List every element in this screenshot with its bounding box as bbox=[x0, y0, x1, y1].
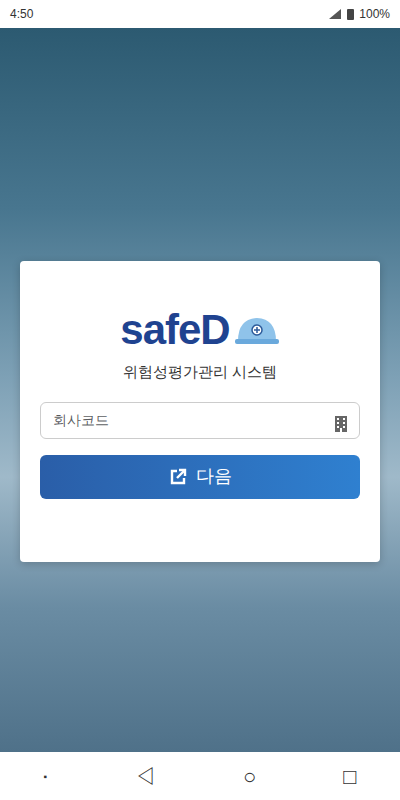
back-icon[interactable]: ◁ bbox=[134, 760, 156, 793]
recents-icon[interactable]: □ bbox=[343, 760, 356, 793]
company-code-input[interactable] bbox=[40, 402, 360, 439]
login-card: safeD 위험성평가관리 시스템다음 bbox=[20, 261, 380, 562]
status-icons: 100% bbox=[328, 5, 390, 23]
company-code-group bbox=[40, 402, 360, 439]
helmet-icon bbox=[234, 315, 280, 345]
building-icon bbox=[334, 411, 348, 429]
logo: safeD bbox=[40, 307, 360, 353]
next-label: 다음 bbox=[196, 463, 232, 490]
battery-level: 100% bbox=[359, 5, 390, 23]
system-title: 위험성평가관리 시스템 bbox=[40, 361, 360, 384]
status-bar: 4:50 100% bbox=[0, 0, 400, 28]
status-time: 4:50 bbox=[10, 5, 33, 23]
menu-dot-icon[interactable]: ▪ bbox=[43, 769, 47, 784]
external-link-icon bbox=[168, 467, 188, 487]
status-signal-icon bbox=[328, 8, 355, 21]
next-button[interactable]: 다음 bbox=[40, 455, 360, 499]
home-icon[interactable]: ○ bbox=[243, 760, 256, 793]
login-background: safeD 위험성평가관리 시스템다음 bbox=[0, 28, 400, 752]
navigation-bar: ▪ ◁ ○ □ bbox=[0, 752, 400, 800]
logo-text: safeD bbox=[120, 307, 229, 353]
